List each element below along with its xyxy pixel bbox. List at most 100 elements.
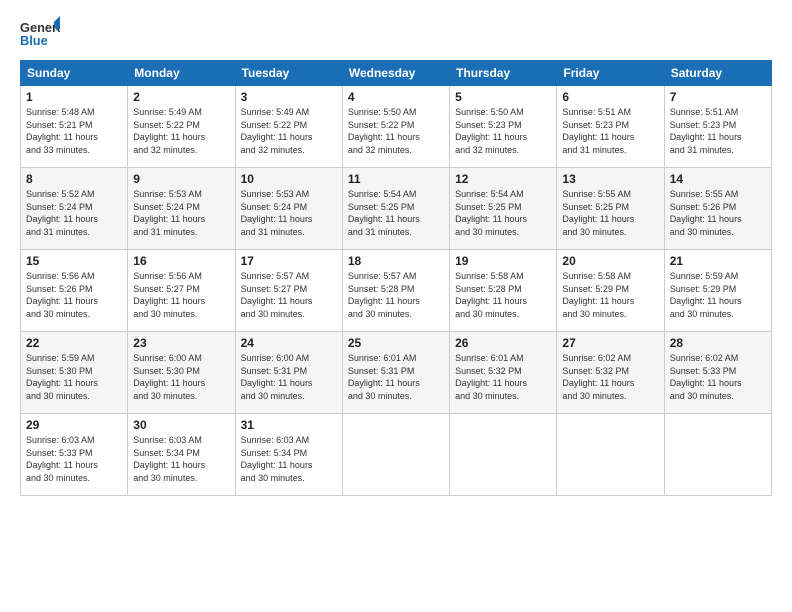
calendar-cell: 30 Sunrise: 6:03 AMSunset: 5:34 PMDayligh… [128, 414, 235, 496]
calendar-week-row: 8 Sunrise: 5:52 AMSunset: 5:24 PMDaylight… [21, 168, 772, 250]
calendar-week-row: 15 Sunrise: 5:56 AMSunset: 5:26 PMDayligh… [21, 250, 772, 332]
calendar-cell: 3 Sunrise: 5:49 AMSunset: 5:22 PMDaylight… [235, 86, 342, 168]
day-info: Sunrise: 5:52 AMSunset: 5:24 PMDaylight:… [26, 188, 122, 238]
day-number: 27 [562, 336, 658, 350]
day-info: Sunrise: 6:00 AMSunset: 5:30 PMDaylight:… [133, 352, 229, 402]
day-number: 1 [26, 90, 122, 104]
calendar-cell: 7Sunrise: 5:51 AMSunset: 5:23 PMDaylight… [664, 86, 771, 168]
day-info: Sunrise: 5:55 AMSunset: 5:25 PMDaylight:… [562, 188, 658, 238]
calendar-cell: 1 Sunrise: 5:48 AMSunset: 5:21 PMDaylight… [21, 86, 128, 168]
weekday-header: Wednesday [342, 61, 449, 86]
day-info: Sunrise: 5:59 AMSunset: 5:29 PMDaylight:… [670, 270, 766, 320]
calendar-cell: 18Sunrise: 5:57 AMSunset: 5:28 PMDayligh… [342, 250, 449, 332]
calendar-cell [342, 414, 449, 496]
day-number: 8 [26, 172, 122, 186]
day-number: 12 [455, 172, 551, 186]
calendar-cell: 15 Sunrise: 5:56 AMSunset: 5:26 PMDayligh… [21, 250, 128, 332]
day-info: Sunrise: 5:54 AMSunset: 5:25 PMDaylight:… [348, 188, 444, 238]
day-number: 10 [241, 172, 337, 186]
calendar-week-row: 29 Sunrise: 6:03 AMSunset: 5:33 PMDayligh… [21, 414, 772, 496]
day-number: 15 [26, 254, 122, 268]
calendar-cell: 20 Sunrise: 5:58 AMSunset: 5:29 PMDayligh… [557, 250, 664, 332]
day-number: 3 [241, 90, 337, 104]
day-info: Sunrise: 5:56 AMSunset: 5:26 PMDaylight:… [26, 270, 122, 320]
calendar-cell: 27 Sunrise: 6:02 AMSunset: 5:32 PMDayligh… [557, 332, 664, 414]
day-info: Sunrise: 6:03 AMSunset: 5:33 PMDaylight:… [26, 434, 122, 484]
day-info: Sunrise: 5:53 AMSunset: 5:24 PMDaylight:… [241, 188, 337, 238]
calendar-week-row: 1 Sunrise: 5:48 AMSunset: 5:21 PMDaylight… [21, 86, 772, 168]
day-info: Sunrise: 5:55 AMSunset: 5:26 PMDaylight:… [670, 188, 766, 238]
day-info: Sunrise: 5:50 AMSunset: 5:22 PMDaylight:… [348, 106, 444, 156]
logo: General Blue [20, 16, 64, 52]
day-info: Sunrise: 6:02 AMSunset: 5:33 PMDaylight:… [670, 352, 766, 402]
calendar-cell: 8 Sunrise: 5:52 AMSunset: 5:24 PMDaylight… [21, 168, 128, 250]
weekday-header: Monday [128, 61, 235, 86]
weekday-header: Tuesday [235, 61, 342, 86]
day-number: 28 [670, 336, 766, 350]
weekday-header: Friday [557, 61, 664, 86]
calendar-cell: 25Sunrise: 6:01 AMSunset: 5:31 PMDayligh… [342, 332, 449, 414]
day-number: 30 [133, 418, 229, 432]
day-number: 11 [348, 172, 444, 186]
calendar-cell: 28 Sunrise: 6:02 AMSunset: 5:33 PMDayligh… [664, 332, 771, 414]
day-info: Sunrise: 5:49 AMSunset: 5:22 PMDaylight:… [241, 106, 337, 156]
calendar-week-row: 22Sunrise: 5:59 AMSunset: 5:30 PMDayligh… [21, 332, 772, 414]
day-number: 19 [455, 254, 551, 268]
day-number: 31 [241, 418, 337, 432]
day-info: Sunrise: 5:59 AMSunset: 5:30 PMDaylight:… [26, 352, 122, 402]
calendar-cell: 22Sunrise: 5:59 AMSunset: 5:30 PMDayligh… [21, 332, 128, 414]
day-number: 20 [562, 254, 658, 268]
day-number: 25 [348, 336, 444, 350]
calendar-cell: 31 Sunrise: 6:03 AMSunset: 5:34 PMDayligh… [235, 414, 342, 496]
day-info: Sunrise: 6:01 AMSunset: 5:32 PMDaylight:… [455, 352, 551, 402]
calendar-cell [450, 414, 557, 496]
day-info: Sunrise: 5:49 AMSunset: 5:22 PMDaylight:… [133, 106, 229, 156]
calendar-cell: 6Sunrise: 5:51 AMSunset: 5:23 PMDaylight… [557, 86, 664, 168]
day-info: Sunrise: 6:03 AMSunset: 5:34 PMDaylight:… [133, 434, 229, 484]
day-info: Sunrise: 5:50 AMSunset: 5:23 PMDaylight:… [455, 106, 551, 156]
calendar-cell: 26Sunrise: 6:01 AMSunset: 5:32 PMDayligh… [450, 332, 557, 414]
page: General Blue SundayMondayTuesdayWednesda… [0, 0, 792, 612]
calendar-cell: 13 Sunrise: 5:55 AMSunset: 5:25 PMDayligh… [557, 168, 664, 250]
calendar-cell: 10 Sunrise: 5:53 AMSunset: 5:24 PMDayligh… [235, 168, 342, 250]
calendar-cell [664, 414, 771, 496]
logo-icon: General Blue [20, 16, 60, 52]
day-number: 7 [670, 90, 766, 104]
weekday-header-row: SundayMondayTuesdayWednesdayThursdayFrid… [21, 61, 772, 86]
day-info: Sunrise: 5:51 AMSunset: 5:23 PMDaylight:… [562, 106, 658, 156]
calendar-cell: 2 Sunrise: 5:49 AMSunset: 5:22 PMDaylight… [128, 86, 235, 168]
calendar-cell: 5 Sunrise: 5:50 AMSunset: 5:23 PMDaylight… [450, 86, 557, 168]
header: General Blue [20, 16, 772, 52]
weekday-header: Thursday [450, 61, 557, 86]
day-number: 23 [133, 336, 229, 350]
weekday-header: Sunday [21, 61, 128, 86]
day-number: 9 [133, 172, 229, 186]
day-number: 2 [133, 90, 229, 104]
calendar-cell: 12Sunrise: 5:54 AMSunset: 5:25 PMDayligh… [450, 168, 557, 250]
calendar-cell [557, 414, 664, 496]
calendar-cell: 16Sunrise: 5:56 AMSunset: 5:27 PMDayligh… [128, 250, 235, 332]
calendar-cell: 14 Sunrise: 5:55 AMSunset: 5:26 PMDayligh… [664, 168, 771, 250]
calendar-table: SundayMondayTuesdayWednesdayThursdayFrid… [20, 60, 772, 496]
day-info: Sunrise: 5:48 AMSunset: 5:21 PMDaylight:… [26, 106, 122, 156]
day-info: Sunrise: 5:56 AMSunset: 5:27 PMDaylight:… [133, 270, 229, 320]
day-number: 29 [26, 418, 122, 432]
day-number: 5 [455, 90, 551, 104]
calendar-cell: 11 Sunrise: 5:54 AMSunset: 5:25 PMDayligh… [342, 168, 449, 250]
calendar-cell: 29 Sunrise: 6:03 AMSunset: 5:33 PMDayligh… [21, 414, 128, 496]
day-info: Sunrise: 5:58 AMSunset: 5:28 PMDaylight:… [455, 270, 551, 320]
day-number: 4 [348, 90, 444, 104]
day-info: Sunrise: 5:57 AMSunset: 5:27 PMDaylight:… [241, 270, 337, 320]
day-number: 24 [241, 336, 337, 350]
day-info: Sunrise: 5:58 AMSunset: 5:29 PMDaylight:… [562, 270, 658, 320]
calendar-cell: 24Sunrise: 6:00 AMSunset: 5:31 PMDayligh… [235, 332, 342, 414]
day-info: Sunrise: 5:53 AMSunset: 5:24 PMDaylight:… [133, 188, 229, 238]
weekday-header: Saturday [664, 61, 771, 86]
day-number: 13 [562, 172, 658, 186]
calendar-cell: 21Sunrise: 5:59 AMSunset: 5:29 PMDayligh… [664, 250, 771, 332]
day-number: 14 [670, 172, 766, 186]
day-info: Sunrise: 6:02 AMSunset: 5:32 PMDaylight:… [562, 352, 658, 402]
day-info: Sunrise: 6:03 AMSunset: 5:34 PMDaylight:… [241, 434, 337, 484]
day-info: Sunrise: 5:57 AMSunset: 5:28 PMDaylight:… [348, 270, 444, 320]
calendar-cell: 19 Sunrise: 5:58 AMSunset: 5:28 PMDayligh… [450, 250, 557, 332]
